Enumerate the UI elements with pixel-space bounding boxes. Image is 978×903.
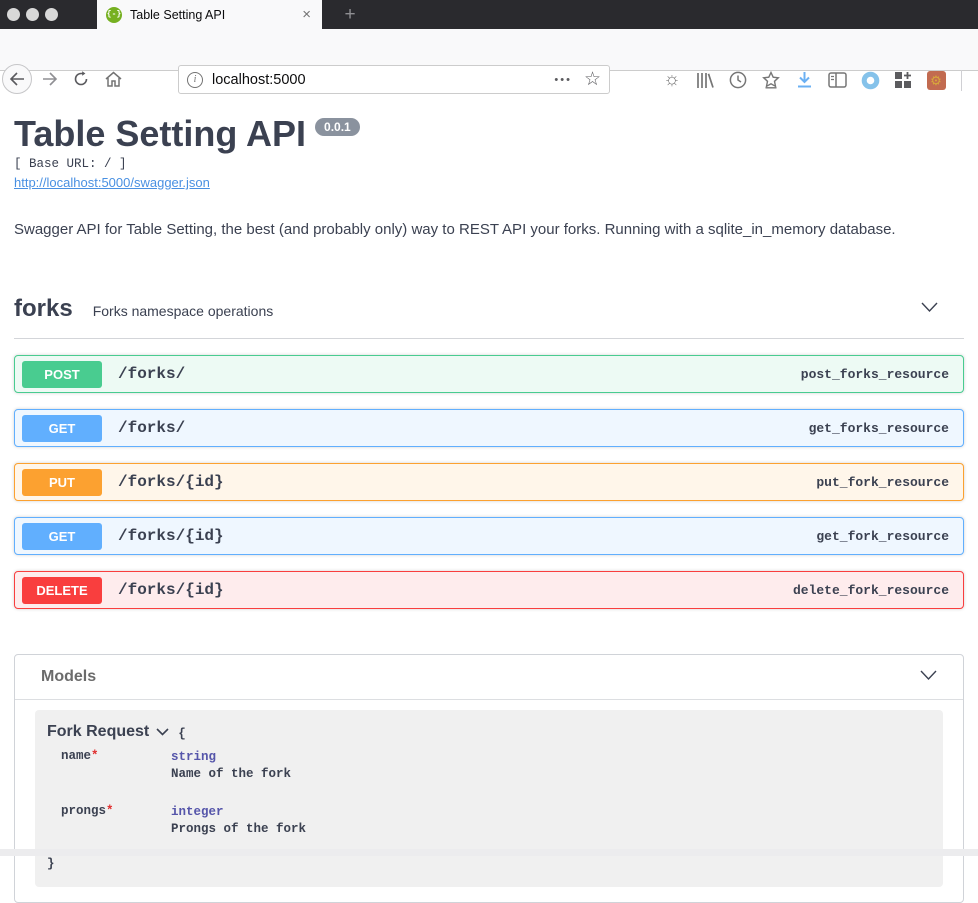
- section-divider: [14, 338, 964, 340]
- operation-id: put_fork_resource: [816, 474, 949, 490]
- operation-path: /forks/{id}: [118, 581, 224, 600]
- page-bottom-strip: [0, 849, 978, 856]
- swagger-favicon-icon: {-}: [106, 6, 122, 23]
- operation-path: /forks/: [118, 419, 186, 438]
- model-property: prongs* integer Prongs of the fork: [61, 804, 931, 838]
- operation-row[interactable]: POST /forks/ post_forks_resource: [14, 355, 964, 394]
- required-star: *: [91, 749, 99, 764]
- tab-title: Table Setting API: [130, 7, 226, 22]
- new-tab-button[interactable]: +: [334, 0, 366, 29]
- section-name: forks: [14, 295, 73, 323]
- base-url: [ Base URL: / ]: [14, 157, 127, 172]
- models-title: Models: [41, 668, 97, 686]
- models-header[interactable]: Models: [15, 655, 963, 701]
- model-title-row[interactable]: Fork Request {: [47, 723, 931, 741]
- section-description: Forks namespace operations: [92, 303, 274, 320]
- api-description: Swagger API for Table Setting, the best …: [14, 221, 896, 239]
- swagger-json-link[interactable]: http://localhost:5000/swagger.json: [14, 175, 210, 190]
- method-badge: GET: [22, 522, 102, 550]
- window-close-button[interactable]: [7, 8, 20, 21]
- operation-row[interactable]: PUT /forks/{id} put_fork_resource: [14, 463, 964, 502]
- operation-row[interactable]: GET /forks/{id} get_fork_resource: [14, 517, 964, 556]
- browser-toolbar: i localhost:5000 ••• ☆ ☼ ⚙: [0, 29, 978, 94]
- browser-tab[interactable]: {-} Table Setting API ×: [97, 0, 322, 29]
- window-controls: [7, 8, 58, 21]
- method-badge: GET: [22, 414, 102, 442]
- swagger-page: Table Setting API 0.0.1 [ Base URL: / ] h…: [0, 72, 978, 903]
- window-minimize-button[interactable]: [26, 8, 39, 21]
- property-description: Name of the fork: [171, 767, 292, 782]
- property-name: prongs: [61, 804, 107, 819]
- property-name: name: [61, 749, 92, 764]
- method-badge: PUT: [22, 468, 102, 496]
- chevron-down-icon[interactable]: [921, 300, 938, 318]
- operation-row[interactable]: DELETE /forks/{id} delete_fork_resource: [14, 571, 964, 610]
- page-title: Table Setting API 0.0.1: [14, 112, 964, 155]
- browser-tab-bar: {-} Table Setting API × +: [0, 0, 978, 29]
- operation-id: get_fork_resource: [816, 528, 949, 544]
- property-type: integer: [171, 805, 224, 820]
- models-section: Models Fork Request { name* string Name …: [14, 654, 964, 903]
- window-zoom-button[interactable]: [45, 8, 58, 21]
- api-info: Table Setting API 0.0.1 [ Base URL: / ] h…: [14, 112, 964, 238]
- method-badge: POST: [22, 360, 102, 388]
- operation-id: delete_fork_resource: [792, 582, 949, 598]
- operation-path: /forks/: [118, 365, 186, 384]
- chevron-down-icon[interactable]: [920, 668, 937, 686]
- operation-id: get_forks_resource: [808, 420, 949, 436]
- property-type: string: [171, 750, 217, 765]
- close-brace: }: [47, 857, 55, 872]
- required-star: *: [106, 804, 114, 819]
- tab-close-icon[interactable]: ×: [300, 7, 313, 22]
- property-description: Prongs of the fork: [171, 822, 307, 837]
- model-name: Fork Request: [47, 723, 150, 741]
- forks-section-header[interactable]: forks Forks namespace operations: [14, 295, 964, 323]
- open-brace: {: [178, 727, 186, 742]
- operation-id: post_forks_resource: [800, 366, 949, 382]
- method-badge: DELETE: [22, 576, 102, 604]
- chevron-down-icon[interactable]: [156, 728, 169, 736]
- operation-path: /forks/{id}: [118, 473, 224, 492]
- model-panel: Fork Request { name* string Name of the …: [35, 710, 943, 888]
- operation-path: /forks/{id}: [118, 527, 224, 546]
- version-badge: 0.0.1: [315, 118, 360, 137]
- model-property: name* string Name of the fork: [61, 749, 931, 783]
- operation-row[interactable]: GET /forks/ get_forks_resource: [14, 409, 964, 448]
